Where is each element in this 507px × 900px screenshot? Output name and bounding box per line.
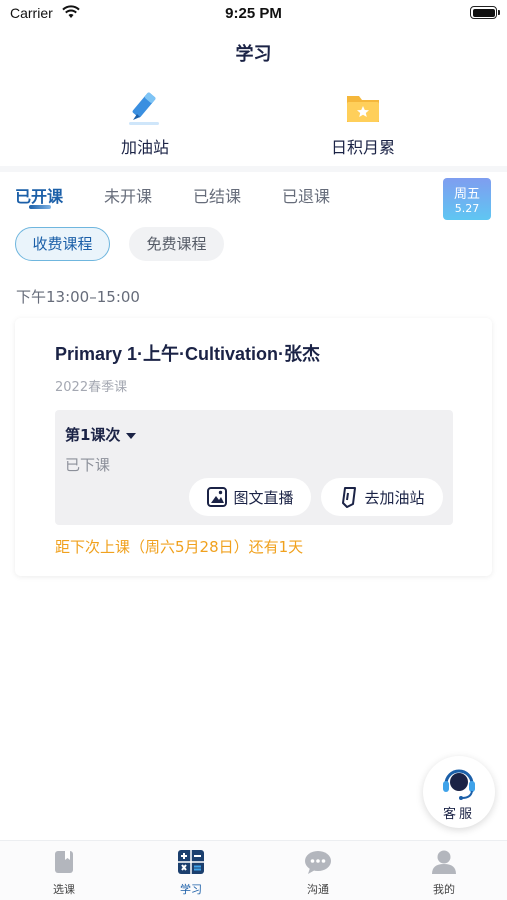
battery-icon (470, 6, 500, 19)
bottom-tab-label: 选课 (53, 883, 75, 896)
course-title: Primary 1·上午·Cultivation·张杰 (55, 344, 321, 364)
clock: 9:25 PM (225, 5, 282, 22)
shortcut-label: 加油站 (120, 138, 169, 157)
calculator-icon (178, 850, 204, 874)
lesson-status: 已下课 (65, 456, 111, 474)
tab-finished[interactable]: 已结课 (193, 183, 241, 207)
course-term: 2022春季课 (55, 380, 128, 395)
user-icon (432, 850, 456, 874)
bottom-tab-mine[interactable]: 我的 (404, 849, 484, 897)
folder-star-icon (347, 96, 379, 122)
bottom-tab-label: 我的 (433, 883, 455, 896)
lesson-selector[interactable]: 第1课次 (65, 424, 137, 445)
book-icon (55, 851, 73, 873)
lesson-panel: 第1课次 已下课 图文直播 去加油站 (55, 410, 453, 525)
bottom-tab-label: 学习 (180, 883, 202, 896)
weekday-label: 周五 (453, 187, 480, 202)
chat-icon (305, 851, 331, 874)
shortcut-refuel-station[interactable]: 加油站 (65, 90, 225, 158)
caret-down-icon (126, 432, 137, 439)
date-label: 5.27 (454, 202, 480, 215)
status-bar: Carrier 9:25 PM (0, 0, 507, 28)
tab-not-started[interactable]: 未开课 (104, 183, 152, 207)
go-refuel-station-button[interactable]: 去加油站 (321, 478, 443, 516)
shortcut-daily-accumulation[interactable]: 日积月累 (283, 90, 443, 158)
bottom-tab-study[interactable]: 学习 (151, 849, 231, 897)
course-card[interactable]: Primary 1·上午·Cultivation·张杰 2022春季课 第1课次… (15, 318, 492, 576)
bottom-tab-communicate[interactable]: 沟通 (278, 849, 358, 897)
bottom-tab-label: 沟通 (307, 883, 329, 896)
active-tab-indicator (29, 205, 51, 209)
live-button-label: 图文直播 (233, 488, 294, 507)
section-divider (0, 166, 507, 172)
next-class-countdown: 距下次上课（周六5月28日）还有1天 (55, 538, 304, 556)
time-slot: 下午13:00–15:00 (16, 288, 140, 306)
bottom-tab-bar: 选课 学习 沟通 我的 (0, 840, 507, 900)
tab-started[interactable]: 已开课 (15, 183, 63, 207)
tag-icon (342, 487, 357, 508)
lesson-name: 第1课次 (65, 426, 121, 444)
filter-paid-courses[interactable]: 收费课程 (15, 227, 110, 261)
image-icon (207, 487, 228, 507)
tab-withdrawn[interactable]: 已退课 (282, 183, 330, 207)
filter-free-courses[interactable]: 免费课程 (129, 227, 224, 261)
page-title: 学习 (235, 44, 272, 65)
shortcut-label: 日积月累 (330, 138, 395, 157)
customer-service-button[interactable]: 客服 (423, 756, 495, 828)
live-broadcast-button[interactable]: 图文直播 (189, 478, 311, 516)
station-button-label: 去加油站 (364, 488, 425, 507)
bottom-tab-select-course[interactable]: 选课 (24, 849, 104, 897)
date-badge[interactable]: 周五 5.27 (443, 178, 491, 220)
pencil-icon (129, 92, 159, 125)
headset-icon (443, 769, 475, 800)
customer-service-label: 客服 (442, 807, 475, 822)
